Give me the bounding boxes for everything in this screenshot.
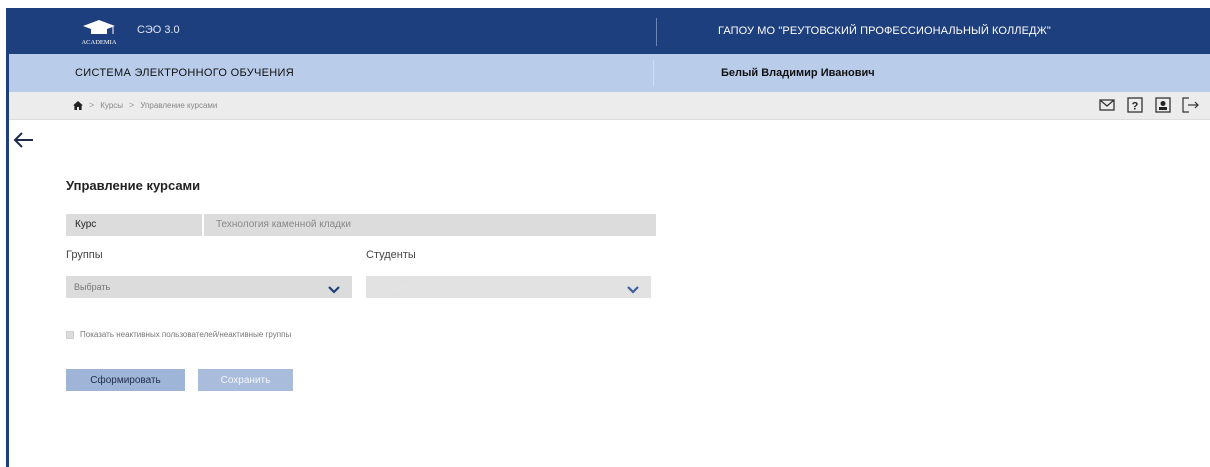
- generate-button[interactable]: Сформировать: [66, 369, 185, 391]
- subheader-divider: [653, 60, 654, 86]
- course-label: Курс: [75, 219, 97, 230]
- course-row-divider: [202, 214, 204, 236]
- breadcrumb-item-course-management: Управление курсами: [140, 100, 218, 110]
- chevron-down-icon: [328, 282, 340, 294]
- breadcrumb: > Курсы > Управление курсами: [73, 100, 217, 110]
- app-name: СЭО 3.0: [137, 24, 180, 36]
- help-icon[interactable]: ?: [1125, 95, 1145, 115]
- svg-text:?: ?: [1132, 101, 1139, 113]
- show-inactive-option: Показать неактивных пользователей/неакти…: [66, 330, 291, 339]
- svg-text:ACADEMIA: ACADEMIA: [81, 39, 116, 46]
- breadcrumb-separator: >: [129, 100, 135, 110]
- header-divider: [656, 18, 657, 46]
- profile-icon[interactable]: [1153, 95, 1173, 115]
- course-row: Курс Технология каменной кладки: [66, 214, 656, 236]
- groups-label: Группы: [66, 249, 103, 261]
- students-select[interactable]: Выбрать: [366, 276, 651, 298]
- course-management-form: Управление курсами Курс Технология камен…: [66, 178, 686, 391]
- organization-name: ГАПОУ МО "РЕУТОВСКИЙ ПРОФЕССИОНАЛЬНЫЙ КО…: [718, 25, 1051, 37]
- home-icon[interactable]: [73, 100, 83, 110]
- sub-header: СИСТЕМА ЭЛЕКТРОННОГО ОБУЧЕНИЯ Белый Влад…: [9, 54, 1210, 92]
- groups-select-value: Выбрать: [74, 282, 111, 292]
- course-value: Технология каменной кладки: [216, 219, 351, 230]
- academia-logo: ACADEMIA: [71, 18, 127, 46]
- system-title: СИСТЕМА ЭЛЕКТРОННОГО ОБУЧЕНИЯ: [75, 67, 294, 79]
- top-header: ACADEMIA СЭО 3.0 ГАПОУ МО "РЕУТОВСКИЙ ПР…: [6, 8, 1210, 54]
- mail-icon[interactable]: [1097, 95, 1117, 115]
- groups-select[interactable]: Выбрать: [66, 276, 352, 298]
- toolbar: ?: [1097, 95, 1201, 115]
- students-label: Студенты: [366, 249, 416, 261]
- page-title: Управление курсами: [66, 178, 201, 193]
- user-name: Белый Владимир Иванович: [721, 67, 875, 79]
- save-button[interactable]: Сохранить: [198, 369, 293, 391]
- page: ACADEMIA СЭО 3.0 ГАПОУ МО "РЕУТОВСКИЙ ПР…: [0, 0, 1210, 467]
- breadcrumb-item-courses[interactable]: Курсы: [100, 101, 123, 110]
- logout-icon[interactable]: [1181, 95, 1201, 115]
- breadcrumb-separator: >: [89, 100, 95, 110]
- back-arrow-icon[interactable]: [12, 128, 36, 152]
- show-inactive-label: Показать неактивных пользователей/неакти…: [80, 330, 292, 339]
- breadcrumb-bar: > Курсы > Управление курсами ?: [9, 92, 1210, 120]
- show-inactive-checkbox[interactable]: [66, 330, 74, 339]
- students-select-value: Выбрать: [374, 282, 411, 292]
- chevron-down-icon: [627, 282, 639, 294]
